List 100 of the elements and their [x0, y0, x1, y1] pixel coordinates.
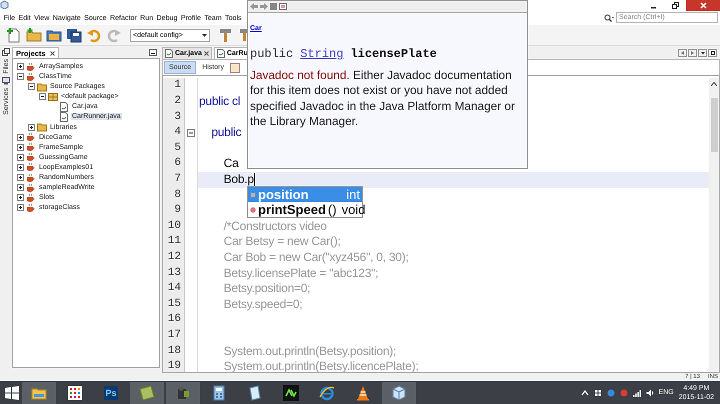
- collapse-icon[interactable]: [39, 93, 46, 100]
- scroll-thumb[interactable]: [710, 98, 718, 152]
- code-line: public cl: [198, 94, 240, 110]
- expand-icon[interactable]: [28, 124, 35, 131]
- code-line: Betsy.speed=0;: [222, 296, 302, 312]
- dot-icon: [250, 206, 256, 212]
- cube-icon: [391, 384, 407, 401]
- coffee-cup-icon: [26, 72, 36, 82]
- code-line: System.out.println(Betsy.position);: [222, 344, 396, 360]
- coffee-cup-icon: [26, 132, 36, 142]
- scroll-right-icon: [690, 50, 694, 55]
- code-line: Car Bob = new Car("xyz456", 0, 30);: [222, 250, 409, 266]
- close-icon[interactable]: [204, 51, 209, 56]
- cube-icon: [0, 0, 9, 9]
- coffee-cup-icon: [26, 142, 36, 152]
- expand-icon[interactable]: [17, 174, 24, 182]
- windows-icon: [2, 48, 10, 56]
- close-icon: [700, 2, 706, 9]
- taskbar-button[interactable]: [22, 382, 56, 404]
- dropdown-icon: [700, 50, 704, 55]
- search-icon[interactable]: [604, 14, 614, 22]
- expand-icon[interactable]: [17, 144, 24, 151]
- dropdown-button[interactable]: [698, 48, 707, 57]
- line-number: 1: [173, 78, 182, 94]
- scroll-left-icon: [680, 50, 684, 55]
- new-folder-icon[interactable]: [26, 27, 42, 44]
- line-number: 15: [166, 296, 182, 312]
- java-file-icon: [59, 112, 69, 122]
- caret-icon: [202, 34, 207, 37]
- line-number: 3: [173, 110, 182, 125]
- type-link[interactable]: String: [300, 47, 344, 61]
- line-number: 16: [166, 312, 182, 328]
- fold-icon[interactable]: [187, 129, 195, 138]
- line-number: 5: [173, 140, 182, 156]
- traffic-cone-icon: [355, 384, 371, 401]
- grid-icon: [67, 384, 83, 401]
- code-line: Ca: [222, 156, 239, 172]
- taskbar-button[interactable]: Ps: [94, 382, 128, 404]
- package-icon: [48, 92, 58, 102]
- line-number: 10: [166, 218, 182, 234]
- line-number: 8: [173, 188, 182, 203]
- coffee-cup-icon: [26, 182, 36, 193]
- line-number: 12: [166, 250, 182, 265]
- code-line: /*Constructors video: [222, 218, 327, 234]
- code-line: Betsy.licensePlate = "abc123";: [222, 266, 378, 282]
- line-number: 17: [166, 328, 182, 343]
- collapse-icon[interactable]: [28, 83, 35, 90]
- server-icon: [2, 77, 10, 86]
- folder-icon: [37, 122, 47, 132]
- coffee-cup-icon: [26, 62, 36, 72]
- code-line: public: [210, 125, 242, 141]
- taskbar-button[interactable]: [130, 382, 164, 404]
- minimize-icon[interactable]: [149, 49, 157, 56]
- folder-icon: [37, 82, 47, 92]
- up-caret-icon[interactable]: [580, 388, 589, 397]
- expand-icon[interactable]: [17, 164, 24, 171]
- line-number: 19: [166, 359, 182, 372]
- scrollbar[interactable]: [709, 78, 719, 372]
- windows-logo-icon[interactable]: [4, 384, 20, 401]
- collapse-icon[interactable]: [17, 73, 24, 80]
- coffee-cup-icon: [26, 172, 36, 183]
- browser-icon[interactable]: [279, 3, 287, 10]
- line-number: 7: [173, 172, 182, 188]
- square-icon: [250, 192, 256, 198]
- windows-flag-icon[interactable]: [594, 388, 602, 397]
- message-text: Javadoc not found. Either Javadoc documentation for this item does not exist or you have not added specified Javadoc in the Java Platform Manager or the Library Manager.: [250, 68, 516, 130]
- taskbar-button[interactable]: [382, 382, 416, 404]
- notepad-icon: [247, 384, 263, 401]
- line-number: 13: [166, 266, 182, 281]
- app-tile: Ps: [104, 386, 118, 400]
- expand-icon[interactable]: [17, 194, 24, 202]
- expand-icon[interactable]: [17, 63, 24, 70]
- close-icon[interactable]: [50, 50, 55, 56]
- signal-icon[interactable]: [632, 388, 641, 397]
- speaker-icon[interactable]: [646, 388, 654, 397]
- line-number: 4: [173, 125, 182, 140]
- close-button[interactable]: [686, 0, 720, 11]
- code-text: public: [250, 47, 294, 61]
- line-number: 6: [173, 156, 182, 172]
- expand-icon[interactable]: [17, 204, 24, 212]
- save-icon[interactable]: [66, 27, 82, 44]
- line-number: 11: [166, 234, 182, 250]
- line-number: 14: [166, 281, 182, 296]
- expand-icon[interactable]: [17, 184, 24, 192]
- line-number: 2: [173, 94, 182, 110]
- coffee-cup-icon: [26, 152, 36, 162]
- maximize-button[interactable]: [708, 48, 717, 57]
- expand-icon[interactable]: [17, 154, 24, 161]
- new-file-icon[interactable]: [6, 27, 22, 44]
- zigzag-logo-icon: [283, 384, 299, 401]
- coffee-cup-icon: [26, 192, 36, 203]
- scroll-right-button[interactable]: [688, 48, 697, 57]
- coffee-cup-icon: [26, 202, 36, 213]
- maximize-icon: [710, 50, 714, 55]
- calculator-icon: [211, 384, 227, 401]
- code-line: System.out.println(Betsy.licencePlate);: [222, 359, 418, 372]
- restore-icon: [672, 2, 678, 9]
- scroll-left-button[interactable]: [678, 48, 687, 57]
- expand-icon[interactable]: [17, 134, 24, 141]
- line-number: 18: [166, 344, 182, 359]
